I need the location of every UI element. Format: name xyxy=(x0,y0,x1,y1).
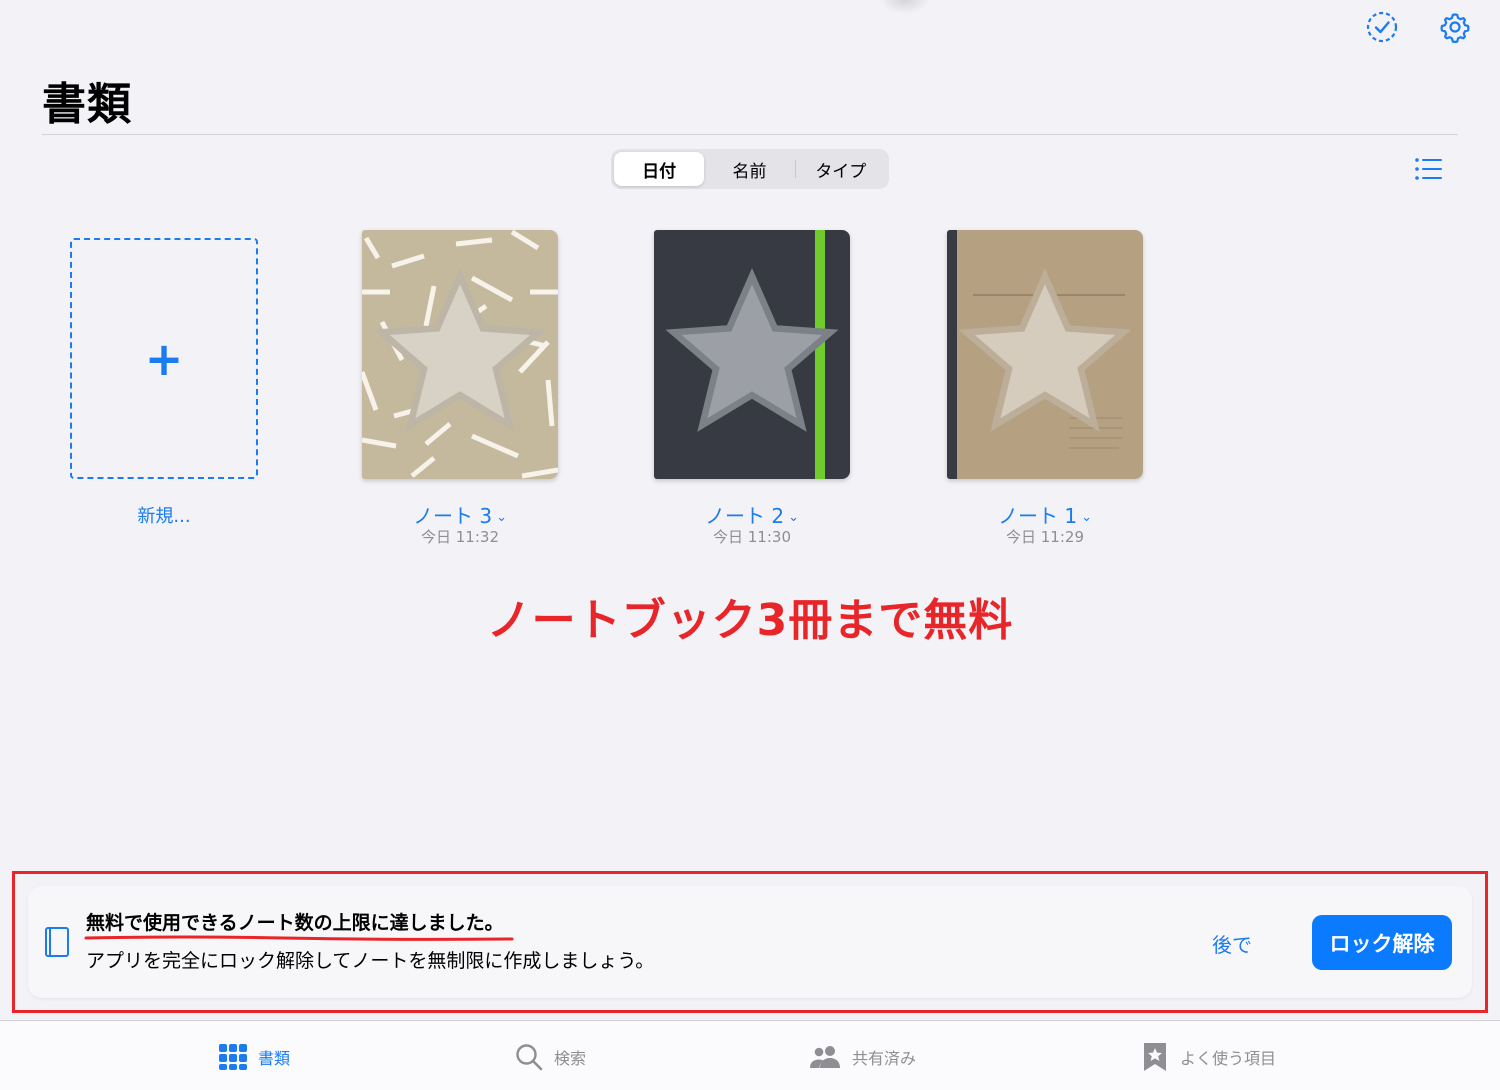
unlock-button[interactable]: ロック解除 xyxy=(1312,915,1452,970)
gear-icon xyxy=(1440,13,1470,43)
notebook-cover-2[interactable] xyxy=(654,230,850,479)
notebook-name-text: ノート 3 xyxy=(413,504,493,528)
title-divider xyxy=(42,134,1458,135)
select-button[interactable] xyxy=(1365,10,1399,44)
new-notebook-label[interactable]: 新規... xyxy=(70,502,258,528)
chevron-down-icon: ⌄ xyxy=(1081,510,1092,525)
tab-label: 共有済み xyxy=(852,1049,917,1068)
documents-screen: 書類 日付 名前 タイプ + 新規... ノート 3 ⌄ 今日 11:32 ノー… xyxy=(0,0,1500,1090)
notebook-name-text: ノート 1 xyxy=(998,504,1078,528)
banner-subtitle: アプリを完全にロック解除してノートを無制限に作成しましょう。 xyxy=(86,950,655,972)
sort-by-date[interactable]: 日付 xyxy=(614,152,705,186)
notebook-cover-1[interactable] xyxy=(947,230,1143,479)
limit-reached-banner: 無料で使用できるノート数の上限に達しました。 アプリを完全にロック解除してノート… xyxy=(28,886,1472,998)
favorite-star-icon[interactable] xyxy=(654,230,850,479)
book-icon xyxy=(45,927,69,957)
tab-label: 書類 xyxy=(258,1049,291,1068)
people-icon xyxy=(810,1046,840,1068)
notebook-name-text: ノート 2 xyxy=(705,504,785,528)
notebook-name-1[interactable]: ノート 1 ⌄ xyxy=(947,500,1143,529)
tab-documents[interactable]: 書類 xyxy=(218,1041,290,1073)
later-button[interactable]: 後で xyxy=(1212,929,1252,958)
top-shadow xyxy=(880,0,930,14)
bookmark-star-icon xyxy=(1144,1043,1166,1071)
checkmark-circle-dashed-icon xyxy=(1366,11,1398,43)
favorite-star-icon[interactable] xyxy=(362,230,558,479)
tab-favorites[interactable]: よく使う項目 xyxy=(1140,1041,1276,1073)
list-icon xyxy=(1415,158,1442,180)
plus-icon: + xyxy=(144,331,184,386)
notebook-date-3: 今日 11:32 xyxy=(421,528,499,546)
chevron-down-icon: ⌄ xyxy=(496,510,507,525)
banner-title: 無料で使用できるノート数の上限に達しました。 xyxy=(86,912,504,934)
tab-bar: 書類 検索 共有済み よく使う項目 xyxy=(0,1020,1500,1090)
notebook-name-2[interactable]: ノート 2 ⌄ xyxy=(654,500,850,529)
sort-by-name[interactable]: 名前 xyxy=(704,152,794,186)
tab-shared[interactable]: 共有済み xyxy=(808,1041,916,1073)
notebook-name-3[interactable]: ノート 3 ⌄ xyxy=(362,500,558,529)
tab-label: よく使う項目 xyxy=(1180,1049,1277,1068)
magnifier-icon xyxy=(516,1044,543,1071)
tab-search[interactable]: 検索 xyxy=(514,1041,586,1073)
page-title: 書類 xyxy=(42,79,132,130)
notebook-cover-3[interactable] xyxy=(362,230,558,479)
sort-segmented-control: 日付 名前 タイプ xyxy=(611,149,889,189)
chevron-down-icon: ⌄ xyxy=(788,510,799,525)
notebook-date-2: 今日 11:30 xyxy=(713,528,791,546)
notebook-date-1: 今日 11:29 xyxy=(1006,528,1084,546)
list-view-button[interactable] xyxy=(1412,154,1444,184)
red-underline-mark xyxy=(84,935,514,941)
sort-by-type[interactable]: タイプ xyxy=(796,152,886,186)
settings-button[interactable] xyxy=(1438,10,1472,44)
tab-label: 検索 xyxy=(554,1049,587,1068)
free-limit-annotation: ノートブック3冊まで無料 xyxy=(486,595,1014,646)
favorite-star-icon[interactable] xyxy=(947,230,1143,479)
grid-icon xyxy=(219,1044,247,1070)
new-notebook-button[interactable]: + xyxy=(70,238,258,479)
